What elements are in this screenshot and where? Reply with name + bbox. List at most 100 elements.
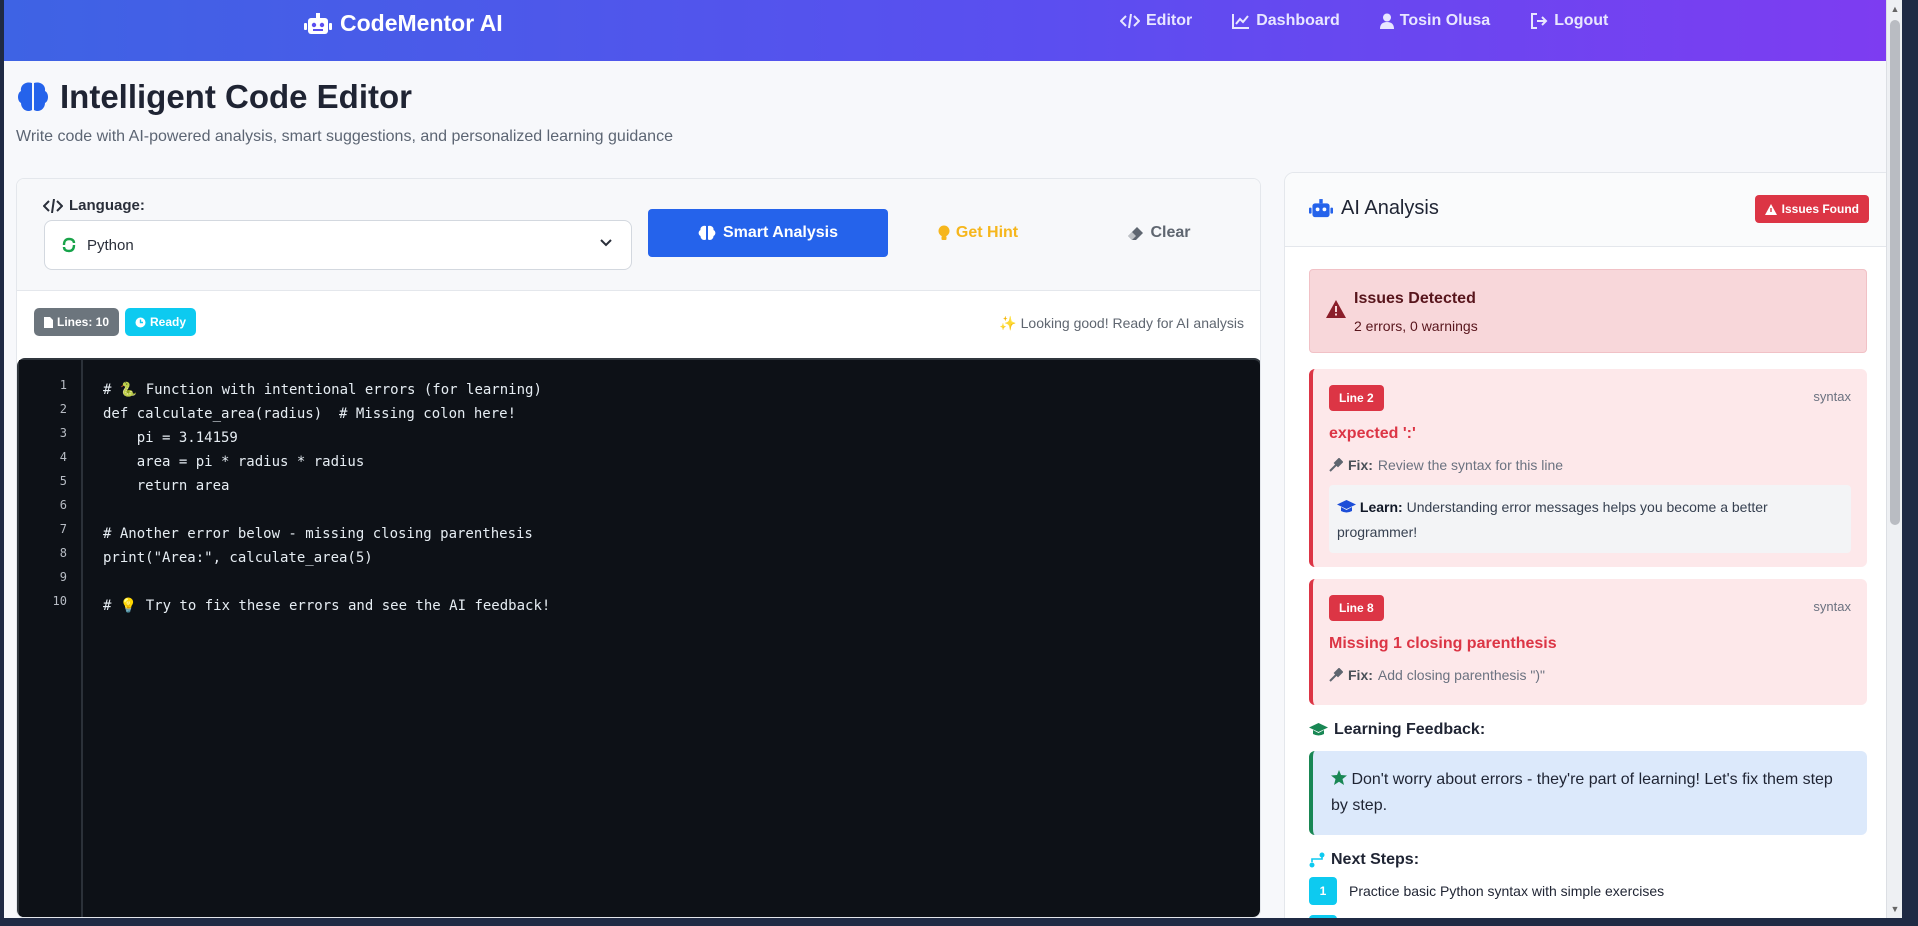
issue-title: Missing 1 closing parenthesis: [1329, 635, 1557, 652]
learning-feedback-title: Learning Feedback:: [1334, 721, 1486, 738]
line-number: 1: [59, 378, 67, 392]
clear-button[interactable]: Clear: [1069, 209, 1249, 257]
line-number: 8: [59, 546, 67, 560]
python-icon: [62, 237, 76, 253]
scroll-up-icon[interactable]: ▲: [1890, 4, 1900, 14]
clear-label: Clear: [1150, 224, 1191, 241]
top-navbar: CodeMentor AI Editor Dashboard Tosin Olu…: [4, 0, 1902, 61]
nav-item-dashboard[interactable]: Dashboard: [1232, 12, 1340, 30]
window-bottom-edge: [0, 918, 1918, 926]
nav-user-label: Tosin Olusa: [1399, 12, 1491, 29]
fix-label: Fix:: [1348, 457, 1373, 473]
star-icon: [1331, 770, 1347, 785]
learn-label: Learn:: [1359, 499, 1403, 515]
robot-icon: [1309, 199, 1333, 218]
scroll-down-icon[interactable]: ▼: [1890, 904, 1900, 914]
editor-card: Language: Python Smart Analysis Get Hint: [16, 178, 1261, 918]
robot-icon: [304, 12, 332, 34]
fix-text: Add closing parenthesis ")": [1377, 667, 1546, 683]
code-line[interactable]: [103, 570, 550, 594]
line-number: 7: [59, 522, 67, 536]
next-step-item: 1 Practice basic Python syntax with simp…: [1309, 877, 1664, 905]
issue-fix: Fix: Add closing parenthesis ")": [1329, 667, 1545, 683]
language-select[interactable]: Python: [44, 220, 632, 270]
learning-feedback-text: Don't worry about errors - they're part …: [1331, 771, 1833, 814]
chevron-down-icon: [600, 239, 612, 247]
tools-icon: [1329, 668, 1343, 682]
warning-icon: [1326, 300, 1346, 318]
line-number: 9: [59, 570, 67, 584]
next-steps-title: Next Steps:: [1331, 851, 1420, 868]
code-line[interactable]: # 🐍 Function with intentional errors (fo…: [103, 378, 550, 402]
issues-found-badge: Issues Found: [1754, 195, 1869, 223]
step-number: 1: [1309, 877, 1337, 905]
fix-label: Fix:: [1348, 667, 1373, 683]
nav-item-editor[interactable]: Editor: [1120, 12, 1192, 30]
brain-icon: [18, 82, 48, 112]
lines-badge: Lines: 10: [34, 308, 120, 336]
line-number: 3: [59, 426, 67, 440]
code-editor[interactable]: 1 2 3 4 5 6 7 8 9 10 # 🐍 Function with intentiona…: [17, 358, 1260, 917]
code-line[interactable]: pi = 3.14159: [103, 426, 550, 450]
ai-analysis-panel: AI Analysis Issues Found Issues Detected…: [1284, 172, 1894, 918]
nav-menu: Editor Dashboard Tosin Olusa Logout: [1120, 12, 1608, 30]
page-title: Intelligent Code Editor: [16, 78, 412, 116]
code-line[interactable]: def calculate_area(radius) # Missing col…: [103, 402, 550, 426]
issue-type: syntax: [1813, 599, 1851, 614]
ready-badge: Ready: [125, 308, 197, 336]
code-line[interactable]: # Another error below - missing closing …: [103, 522, 550, 546]
lines-badge-text: Lines: 10: [57, 315, 110, 329]
issues-found-text: Issues Found: [1781, 202, 1859, 216]
line-number: 10: [52, 594, 67, 608]
scrollbar-thumb[interactable]: [1890, 20, 1900, 525]
nav-item-user[interactable]: Tosin Olusa: [1379, 12, 1491, 30]
smart-analysis-button[interactable]: Smart Analysis: [648, 209, 888, 257]
issue-card: Line 2 syntax expected ':' Fix: Review t…: [1309, 369, 1867, 567]
nav-item-logout[interactable]: Logout: [1530, 12, 1608, 30]
logout-icon: [1531, 13, 1548, 29]
page-scrollbar[interactable]: ▲ ▼: [1886, 0, 1902, 918]
issues-alert: Issues Detected 2 errors, 0 warnings: [1309, 269, 1867, 353]
ai-panel-title-text: AI Analysis: [1341, 197, 1439, 219]
step-text: Practice basic Python syntax with simple…: [1349, 883, 1665, 899]
code-line[interactable]: [103, 498, 550, 522]
editor-toolbar: Language: Python Smart Analysis Get Hint: [17, 179, 1260, 291]
issue-title: expected ':': [1329, 425, 1416, 442]
line-number: 5: [59, 474, 67, 488]
ai-panel-title: AI Analysis: [1309, 197, 1439, 220]
eraser-icon: [1128, 226, 1144, 240]
code-line[interactable]: area = pi * radius * radius: [103, 450, 550, 474]
clock-icon: [135, 317, 146, 327]
line-number-gutter: 1 2 3 4 5 6 7 8 9 10: [19, 360, 83, 917]
warning-icon: [1764, 203, 1777, 215]
code-line[interactable]: print("Area:", calculate_area(5): [103, 546, 550, 570]
language-label: Language:: [43, 197, 145, 214]
code-line[interactable]: return area: [103, 474, 550, 498]
page-title-text: Intelligent Code Editor: [60, 78, 412, 115]
next-steps-heading: Next Steps:: [1309, 851, 1419, 869]
ai-panel-header: AI Analysis Issues Found: [1285, 173, 1893, 247]
lightbulb-icon: [938, 225, 950, 240]
chart-line-icon: [1232, 14, 1250, 29]
learning-feedback-box: Don't worry about errors - they're part …: [1309, 751, 1867, 835]
issue-type: syntax: [1813, 389, 1851, 404]
graduation-cap-icon: [1309, 723, 1328, 736]
line-badge[interactable]: Line 8: [1329, 595, 1384, 621]
nav-dashboard-label: Dashboard: [1256, 12, 1340, 29]
language-label-text: Language:: [69, 197, 145, 214]
brand-logo[interactable]: CodeMentor AI: [304, 10, 503, 37]
line-badge[interactable]: Line 2: [1329, 385, 1384, 411]
brand-name: CodeMentor AI: [340, 10, 503, 36]
code-line[interactable]: # 💡 Try to fix these errors and see the …: [103, 594, 550, 618]
issue-card: Line 8 syntax Missing 1 closing parenthe…: [1309, 579, 1867, 705]
line-number: 4: [59, 450, 67, 464]
code-content[interactable]: # 🐍 Function with intentional errors (fo…: [103, 378, 550, 618]
line-number: 2: [59, 402, 67, 416]
graduation-cap-icon: [1337, 500, 1356, 513]
file-icon: [44, 316, 53, 328]
tools-icon: [1329, 458, 1343, 472]
ready-badge-text: Ready: [150, 315, 187, 329]
get-hint-button[interactable]: Get Hint: [888, 209, 1068, 257]
code-icon: [1120, 13, 1140, 29]
learning-feedback-heading: Learning Feedback:: [1309, 721, 1485, 739]
